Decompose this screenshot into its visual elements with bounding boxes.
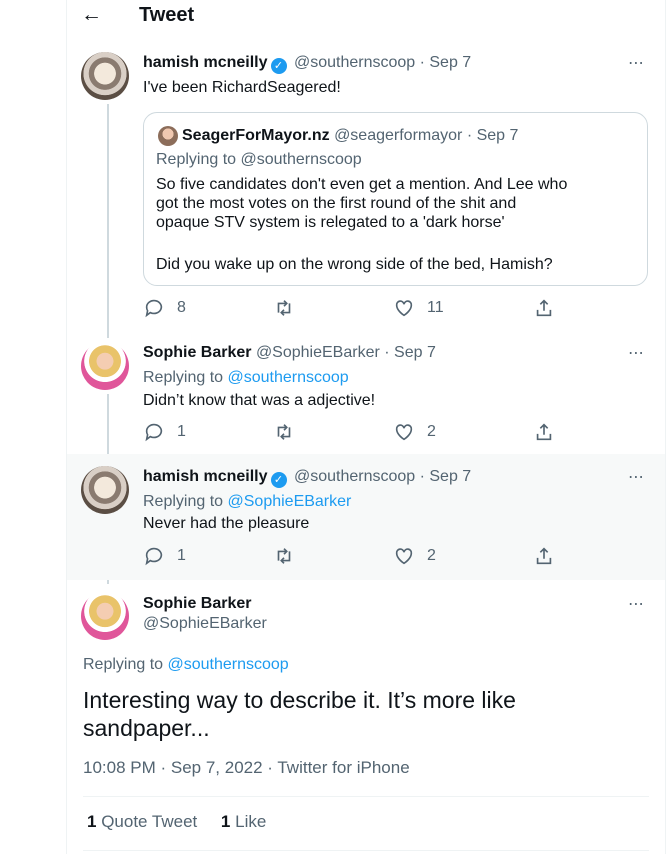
author-name[interactable]: Sophie Barker bbox=[143, 594, 251, 614]
heart-icon bbox=[395, 300, 413, 317]
author-name[interactable]: Sophie Barker bbox=[143, 344, 251, 361]
reply-count: 8 bbox=[177, 299, 186, 316]
tweet-text: Never had the pleasure bbox=[143, 515, 310, 532]
more-options-icon[interactable]: ⋯ bbox=[628, 343, 645, 363]
like-count: 2 bbox=[427, 547, 436, 564]
quote-text-line: got the most votes on the first round of… bbox=[156, 195, 517, 212]
quote-date: · Sep 7 bbox=[466, 127, 519, 144]
replying-label: Replying to bbox=[143, 493, 224, 510]
author-handle[interactable]: @southernscoop bbox=[294, 468, 415, 485]
reply-icon bbox=[145, 299, 163, 318]
replying-label: Replying to bbox=[156, 151, 237, 168]
verified-badge-icon: ✓ bbox=[270, 472, 287, 488]
tweet-header: hamish mcneilly ✓ @southernscoop · Sep 7 bbox=[143, 467, 471, 488]
like-button[interactable]: 2 bbox=[393, 421, 436, 443]
tweet-actions: 1 2 bbox=[143, 545, 633, 569]
quote-text-line: opaque STV system is relegated to a 'dar… bbox=[156, 214, 505, 231]
retweet-icon bbox=[277, 548, 291, 564]
replying-to: Replying to @southernscoop bbox=[83, 655, 289, 675]
author-name[interactable]: hamish mcneilly bbox=[143, 468, 268, 485]
tweet-reply[interactable]: hamish mcneilly ✓ @southernscoop · Sep 7 … bbox=[67, 454, 665, 580]
engagement-stats: 1 Quote Tweet 1 Like bbox=[87, 812, 266, 832]
tweet-text: Didn’t know that was a adjective! bbox=[143, 392, 376, 409]
tweet-header: hamish mcneilly ✓ @southernscoop · Sep 7 bbox=[143, 53, 471, 74]
tweet-column: ← Tweet hamish mcneilly ✓ @southernscoop … bbox=[66, 0, 666, 854]
avatar[interactable] bbox=[81, 52, 129, 100]
retweet-button[interactable] bbox=[273, 545, 295, 567]
reply-button[interactable]: 1 bbox=[143, 545, 186, 567]
tweet-text: I've been RichardSeagered! bbox=[143, 79, 341, 96]
retweet-button[interactable] bbox=[273, 421, 295, 443]
share-button[interactable] bbox=[533, 545, 555, 567]
author-name[interactable]: hamish mcneilly bbox=[143, 54, 268, 71]
author-handle[interactable]: @SophieEBarker bbox=[143, 614, 267, 634]
tweet-original[interactable]: hamish mcneilly ✓ @southernscoop · Sep 7 … bbox=[67, 0, 665, 330]
quote-label: Quote Tweet bbox=[101, 812, 198, 831]
reply-icon bbox=[145, 423, 163, 442]
avatar[interactable] bbox=[81, 342, 129, 390]
tweet-date[interactable]: · Sep 7 bbox=[420, 468, 472, 485]
retweet-icon bbox=[277, 300, 291, 316]
avatar[interactable] bbox=[81, 466, 129, 514]
quote-author-handle: @seagerformayor bbox=[334, 127, 463, 144]
more-options-icon[interactable]: ⋯ bbox=[628, 594, 645, 614]
tweet-date[interactable]: · Sep 7 bbox=[384, 344, 436, 361]
tweet-actions: 8 11 bbox=[143, 297, 633, 321]
share-icon bbox=[536, 547, 552, 565]
quote-text-line: Did you wake up on the wrong side of the… bbox=[156, 256, 553, 273]
like-label: Like bbox=[235, 812, 267, 831]
tweet-actions: 1 2 bbox=[143, 421, 633, 445]
retweet-icon bbox=[277, 424, 291, 440]
reply-icon bbox=[145, 547, 163, 566]
heart-icon bbox=[395, 424, 413, 441]
quote-tweet-stat[interactable]: 1 Quote Tweet bbox=[87, 812, 197, 831]
quote-count: 1 bbox=[87, 812, 97, 831]
share-icon bbox=[536, 423, 552, 441]
avatar bbox=[158, 126, 178, 146]
replying-handle-link[interactable]: @southernscoop bbox=[168, 656, 289, 673]
like-button[interactable]: 2 bbox=[393, 545, 436, 567]
avatar[interactable] bbox=[81, 592, 129, 640]
share-icon bbox=[536, 299, 552, 317]
heart-icon bbox=[395, 548, 413, 565]
share-button[interactable] bbox=[533, 297, 555, 319]
replying-label: Replying to bbox=[143, 369, 224, 386]
replying-label: Replying to bbox=[83, 656, 164, 673]
like-count: 11 bbox=[427, 299, 444, 316]
tweet-text: Interesting way to describe it. It’s mor… bbox=[83, 687, 516, 741]
quoted-tweet[interactable]: SeagerForMayor.nz @seagerformayor · Sep … bbox=[143, 112, 648, 286]
author-name-text[interactable]: Sophie Barker bbox=[143, 595, 251, 612]
replying-handle: @southernscoop bbox=[240, 151, 362, 168]
like-stat[interactable]: 1 Like bbox=[221, 812, 266, 831]
reply-button[interactable]: 1 bbox=[143, 421, 186, 443]
quote-author-name: SeagerForMayor.nz bbox=[182, 127, 330, 144]
replying-to: Replying to @SophieEBarker bbox=[143, 492, 351, 512]
replying-handle-link[interactable]: @SophieEBarker bbox=[228, 493, 352, 510]
author-handle[interactable]: @southernscoop bbox=[294, 54, 415, 71]
tweet-reply[interactable]: Sophie Barker @SophieEBarker · Sep 7 ⋯ R… bbox=[67, 330, 665, 454]
like-count: 2 bbox=[427, 423, 436, 440]
author-handle[interactable]: @SophieEBarker bbox=[256, 344, 380, 361]
like-button[interactable]: 11 bbox=[393, 297, 444, 319]
replying-handle-link[interactable]: @southernscoop bbox=[228, 369, 349, 386]
divider bbox=[83, 796, 649, 797]
tweet-header: Sophie Barker @SophieEBarker · Sep 7 bbox=[143, 343, 436, 363]
reply-button[interactable]: 8 bbox=[143, 297, 186, 319]
quote-replying-to: Replying to @southernscoop bbox=[156, 150, 362, 169]
share-button[interactable] bbox=[533, 421, 555, 443]
tweet-date[interactable]: · Sep 7 bbox=[420, 54, 472, 71]
reply-count: 1 bbox=[177, 423, 186, 440]
quote-text-line: So five candidates don't even get a ment… bbox=[156, 176, 568, 193]
quote-header: SeagerForMayor.nz @seagerformayor · Sep … bbox=[182, 126, 518, 145]
divider bbox=[83, 850, 649, 851]
more-options-icon[interactable]: ⋯ bbox=[628, 53, 645, 73]
replying-to: Replying to @southernscoop bbox=[143, 368, 349, 388]
more-options-icon[interactable]: ⋯ bbox=[628, 467, 645, 487]
tweet-timestamp[interactable]: 10:08 PM · Sep 7, 2022 · Twitter for iPh… bbox=[83, 758, 410, 778]
reply-count: 1 bbox=[177, 547, 186, 564]
retweet-button[interactable] bbox=[273, 297, 307, 319]
like-count: 1 bbox=[220, 812, 231, 831]
verified-badge-icon: ✓ bbox=[270, 58, 287, 74]
